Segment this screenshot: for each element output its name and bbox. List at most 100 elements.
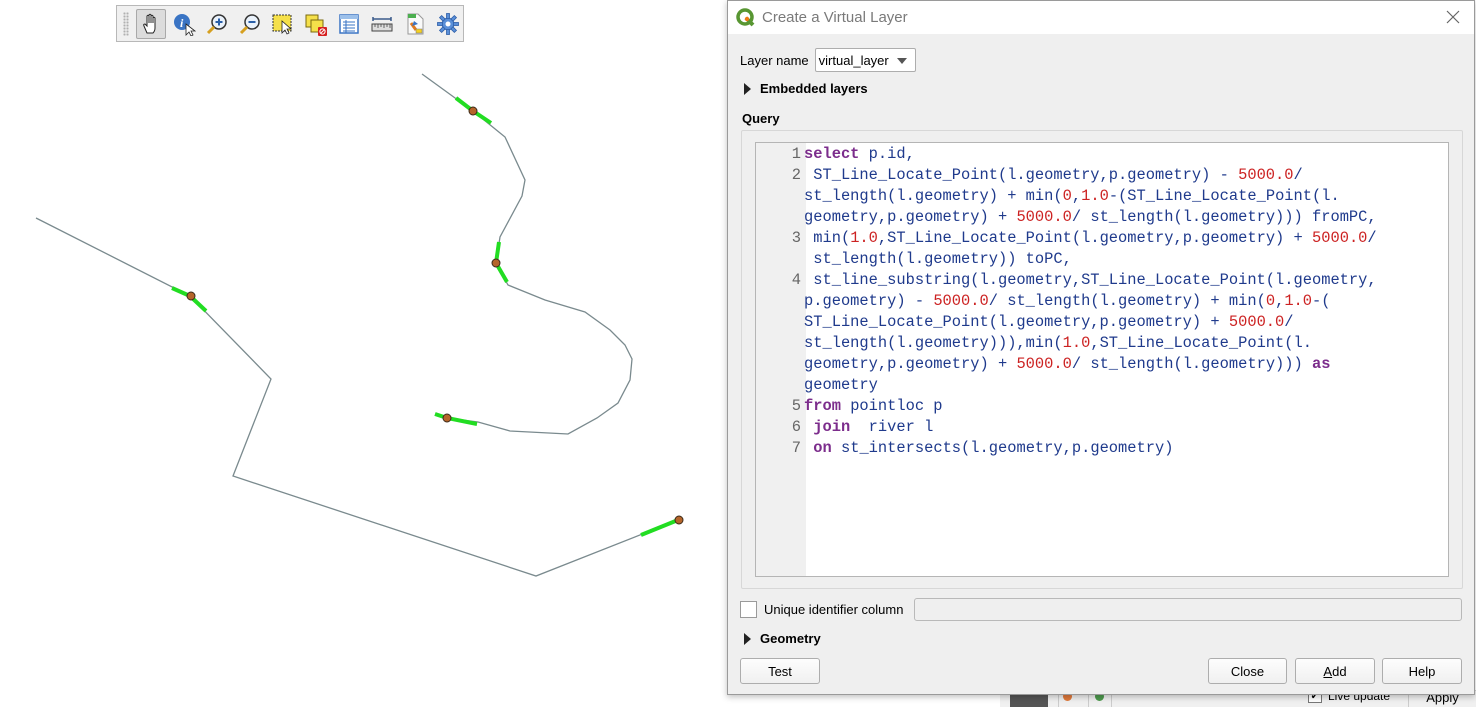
pan-tool-button[interactable] <box>136 8 166 39</box>
line-number <box>756 354 803 375</box>
dialog-titlebar[interactable]: Create a Virtual Layer <box>728 1 1474 34</box>
line-number: 4 <box>791 271 801 289</box>
code-line[interactable]: 3 min(1.0,ST_Line_Locate_Point(l.geometr… <box>756 228 1448 249</box>
river-line-a <box>35 217 679 577</box>
substring-highlights <box>171 96 679 537</box>
code-line[interactable]: 1 select p.id, <box>756 144 1448 165</box>
deselect-icon <box>305 14 327 36</box>
line-number <box>756 207 803 228</box>
point-marker[interactable] <box>442 413 452 423</box>
line-number <box>756 186 803 207</box>
zoom-in-button[interactable] <box>202 9 232 39</box>
code-line[interactable]: geometry,p.geometry) + 5000.0/ st_length… <box>756 354 1448 375</box>
code-line[interactable]: p.geometry) - 5000.0/ st_length(l.geomet… <box>756 291 1448 312</box>
layer-name-label: Layer name <box>740 52 809 68</box>
qgis-logo-icon <box>736 7 755 26</box>
dialog-title: Create a Virtual Layer <box>762 9 908 26</box>
expand-arrow-icon[interactable] <box>744 632 751 645</box>
code-line[interactable]: 2 ST_Line_Locate_Point(l.geometry,p.geom… <box>756 165 1448 186</box>
zoom-out-button[interactable] <box>235 9 265 39</box>
help-button[interactable]: Help <box>1382 658 1462 684</box>
settings-button[interactable] <box>433 9 463 39</box>
point-marker[interactable] <box>491 258 501 268</box>
river-line-b <box>421 73 633 435</box>
code-text[interactable]: p.geometry) - 5000.0/ st_length(l.geomet… <box>803 291 1331 312</box>
code-line[interactable]: geometry <box>756 375 1448 396</box>
deselect-features-button[interactable] <box>301 9 331 39</box>
point-marker[interactable] <box>186 291 196 301</box>
code-line[interactable]: ST_Line_Locate_Point(l.geometry,p.geomet… <box>756 312 1448 333</box>
line-number <box>756 333 803 354</box>
point-marker[interactable] <box>468 106 478 116</box>
line-number <box>756 312 803 333</box>
embedded-layers-section[interactable]: Embedded layers <box>744 81 868 96</box>
geometry-label[interactable]: Geometry <box>760 631 821 646</box>
identify-icon: i <box>174 13 196 36</box>
close-button[interactable]: Close <box>1208 658 1287 684</box>
point-marker[interactable] <box>674 515 684 525</box>
geometry-section[interactable]: Geometry <box>744 631 821 646</box>
attribute-table-icon <box>339 13 359 34</box>
code-line[interactable]: st_length(l.geometry)) toPC, <box>756 249 1448 270</box>
code-text[interactable]: geometry,p.geometry) + 5000.0/ st_length… <box>803 354 1330 375</box>
code-text[interactable]: from pointloc p <box>803 396 943 417</box>
point-locations <box>186 106 684 525</box>
toolbar-grip[interactable] <box>123 11 129 36</box>
test-button[interactable]: Test <box>740 658 820 684</box>
measure-icon <box>371 16 393 31</box>
code-text[interactable]: ST_Line_Locate_Point(l.geometry,p.geomet… <box>803 165 1303 186</box>
code-line[interactable]: 6 join river l <box>756 417 1448 438</box>
layer-name-row: Layer name virtual_layer <box>740 48 916 72</box>
unique-id-label: Unique identifier column <box>764 602 904 617</box>
code-text[interactable]: geometry,p.geometry) + 5000.0/ st_length… <box>803 207 1377 228</box>
code-text[interactable]: min(1.0,ST_Line_Locate_Point(l.geometry,… <box>803 228 1376 249</box>
code-line[interactable]: 7 on st_intersects(l.geometry,p.geometry… <box>756 438 1448 459</box>
zoom-out-icon <box>239 13 260 34</box>
close-icon[interactable] <box>1444 8 1462 26</box>
unique-id-checkbox[interactable] <box>740 601 757 618</box>
layer-name-value[interactable]: virtual_layer <box>819 53 889 68</box>
select-features-button[interactable] <box>268 9 298 39</box>
line-number <box>756 375 803 396</box>
code-line[interactable]: geometry,p.geometry) + 5000.0/ st_length… <box>756 207 1448 228</box>
identify-tool-button[interactable]: i <box>169 9 199 39</box>
field-calculator-icon <box>407 13 424 34</box>
query-code[interactable]: 1 select p.id, 2 ST_Line_Locate_Point(l.ge… <box>756 143 1448 459</box>
line-number: 7 <box>791 439 801 457</box>
embedded-layers-label[interactable]: Embedded layers <box>760 81 868 96</box>
line-number <box>756 249 803 270</box>
unique-id-row: Unique identifier column <box>740 601 903 618</box>
qgis-window: i ✓ Live update Apply Create a Virtual L… <box>0 0 1476 707</box>
mnemonic: A <box>1323 663 1333 679</box>
code-line[interactable]: 5 from pointloc p <box>756 396 1448 417</box>
code-text[interactable]: select p.id, <box>803 144 915 165</box>
line-number: 3 <box>791 229 801 247</box>
layer-name-combobox[interactable]: virtual_layer <box>814 48 916 72</box>
line-number: 6 <box>791 418 801 436</box>
select-feature-icon <box>272 14 293 35</box>
code-line[interactable]: st_length(l.geometry) + min(0,1.0-(ST_Li… <box>756 186 1448 207</box>
code-line[interactable]: st_length(l.geometry))),min(1.0,ST_Line_… <box>756 333 1448 354</box>
map-navigation-toolbar: i <box>116 5 464 42</box>
line-number: 2 <box>791 166 801 184</box>
unique-id-field[interactable] <box>914 598 1462 621</box>
code-text[interactable]: st_length(l.geometry))),min(1.0,ST_Line_… <box>803 333 1312 354</box>
code-text[interactable]: geometry <box>803 375 878 396</box>
attribute-table-button[interactable] <box>334 9 364 39</box>
code-text[interactable]: join river l <box>803 417 933 438</box>
code-text[interactable]: st_line_substring(l.geometry,ST_Line_Loc… <box>803 270 1376 291</box>
code-line[interactable]: 4 st_line_substring(l.geometry,ST_Line_L… <box>756 270 1448 291</box>
line-number: 1 <box>791 145 801 163</box>
query-editor[interactable]: 1 select p.id, 2 ST_Line_Locate_Point(l.ge… <box>755 142 1449 577</box>
field-calculator-button[interactable] <box>400 9 430 39</box>
expand-arrow-icon[interactable] <box>744 82 751 95</box>
code-text[interactable]: on st_intersects(l.geometry,p.geometry) <box>803 438 1173 459</box>
code-text[interactable]: st_length(l.geometry)) toPC, <box>803 249 1072 270</box>
code-text[interactable]: st_length(l.geometry) + min(0,1.0-(ST_Li… <box>803 186 1340 207</box>
line-number: 5 <box>791 397 801 415</box>
zoom-in-icon <box>206 13 227 34</box>
chevron-down-icon[interactable] <box>896 58 907 64</box>
code-text[interactable]: ST_Line_Locate_Point(l.geometry,p.geomet… <box>803 312 1294 333</box>
measure-button[interactable] <box>367 9 397 39</box>
add-button[interactable]: Add <box>1295 658 1375 684</box>
